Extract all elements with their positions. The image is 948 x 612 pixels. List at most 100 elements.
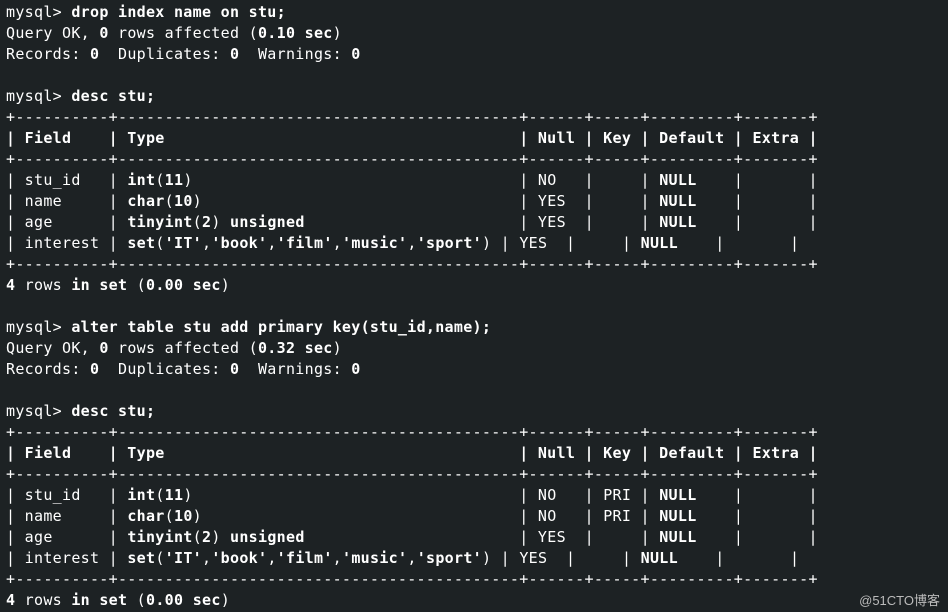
terminal-text-segment: | interest |	[6, 234, 127, 252]
terminal-line: | stu_id | int(11) | NO | | NULL | |	[6, 170, 948, 191]
terminal-text-segment: ,	[202, 234, 211, 252]
terminal-text-segment: Records:	[6, 360, 90, 378]
terminal-text-segment: | name |	[6, 507, 127, 525]
terminal-text-segment: | |	[697, 192, 818, 210]
terminal-text-segment: | |	[697, 213, 818, 231]
terminal-text-segment: | |	[678, 234, 799, 252]
terminal-line: mysql> drop index name on stu;	[6, 2, 948, 23]
terminal-text-segment: set	[127, 549, 155, 567]
terminal-text-segment: Duplicates:	[99, 360, 230, 378]
terminal-text-segment: (	[193, 528, 202, 546]
terminal-text-segment: | age |	[6, 528, 127, 546]
terminal-text-segment: ) | NO | PRI |	[183, 486, 659, 504]
terminal-text-segment: 11	[165, 171, 184, 189]
terminal-text-segment: 0	[90, 45, 99, 63]
terminal-text-segment: (	[155, 234, 164, 252]
terminal-text-segment: 10	[174, 192, 193, 210]
terminal-text-segment: rows	[15, 591, 71, 609]
terminal-text-segment: mysql>	[6, 3, 71, 21]
terminal-text-segment: Records:	[6, 45, 90, 63]
terminal-line: +----------+----------------------------…	[6, 107, 948, 128]
terminal-text-segment: ,	[333, 549, 342, 567]
terminal-text-segment	[295, 24, 304, 42]
terminal-text-segment: (	[155, 549, 164, 567]
terminal-text-segment	[295, 339, 304, 357]
terminal-text-segment: 'music'	[342, 234, 407, 252]
terminal-text-segment: 0	[351, 360, 360, 378]
terminal-text-segment: rows affected (	[109, 24, 258, 42]
terminal-text-segment: 'film'	[277, 549, 333, 567]
terminal-text-segment: 0	[99, 24, 108, 42]
terminal-text-segment: 'IT'	[165, 234, 202, 252]
terminal-line: +----------+----------------------------…	[6, 569, 948, 590]
terminal-text-segment: | Field | Type | Null | Key | Default | …	[6, 444, 818, 462]
terminal-text-segment: +----------+----------------------------…	[6, 570, 818, 588]
terminal-text-segment: int	[127, 171, 155, 189]
terminal-text-segment: )	[211, 213, 230, 231]
terminal-text-segment: Warnings:	[239, 45, 351, 63]
terminal-text-segment: 'sport'	[417, 549, 482, 567]
terminal-text-segment: | age |	[6, 213, 127, 231]
terminal-text-segment	[183, 591, 192, 609]
terminal-line: | Field | Type | Null | Key | Default | …	[6, 443, 948, 464]
terminal-text-segment: 0	[99, 339, 108, 357]
terminal-line: mysql> desc stu;	[6, 86, 948, 107]
terminal-text-segment: in set	[71, 276, 127, 294]
terminal-text-segment: 0	[230, 45, 239, 63]
terminal-line: +----------+----------------------------…	[6, 464, 948, 485]
terminal-output[interactable]: mysql> drop index name on stu; Query OK, …	[0, 0, 948, 611]
terminal-text-segment: ,	[333, 234, 342, 252]
terminal-text-segment: NULL	[659, 192, 696, 210]
terminal-text-segment: (	[127, 591, 146, 609]
terminal-text-segment: char	[127, 507, 164, 525]
terminal-text-segment: sec	[193, 591, 221, 609]
terminal-text-segment: ) | NO | PRI |	[193, 507, 660, 525]
terminal-text-segment: | |	[697, 171, 818, 189]
terminal-line: 4 rows in set (0.00 sec)	[6, 275, 948, 296]
terminal-text-segment: 10	[174, 507, 193, 525]
terminal-text-segment: | YES | |	[305, 213, 660, 231]
terminal-text-segment: Query OK,	[6, 339, 99, 357]
terminal-line: 4 rows in set (0.00 sec)	[6, 590, 948, 611]
terminal-line: mysql> desc stu;	[6, 401, 948, 422]
terminal-line: +----------+----------------------------…	[6, 422, 948, 443]
terminal-text-segment: 0	[351, 45, 360, 63]
terminal-text-segment: int	[127, 486, 155, 504]
terminal-text-segment: desc stu;	[71, 402, 155, 420]
terminal-text-segment: | |	[697, 528, 818, 546]
terminal-text-segment: rows	[15, 276, 71, 294]
terminal-text-segment: 2	[202, 213, 211, 231]
terminal-text-segment: +----------+----------------------------…	[6, 465, 818, 483]
terminal-text-segment: in set	[71, 591, 127, 609]
terminal-text-segment: ) | YES | |	[193, 192, 660, 210]
terminal-text-segment: NULL	[641, 549, 678, 567]
terminal-text-segment: +----------+----------------------------…	[6, 108, 818, 126]
terminal-line: +----------+----------------------------…	[6, 149, 948, 170]
terminal-text-segment: 4	[6, 591, 15, 609]
terminal-text-segment: NULL	[641, 234, 678, 252]
terminal-text-segment: sec	[193, 276, 221, 294]
terminal-line: | age | tinyint(2) unsigned | YES | | NU…	[6, 212, 948, 233]
terminal-text-segment: alter table stu add primary key(stu_id,n…	[71, 318, 491, 336]
terminal-text-segment: (	[155, 486, 164, 504]
terminal-text-segment: ,	[267, 234, 276, 252]
terminal-text-segment: (	[127, 276, 146, 294]
terminal-text-segment: | |	[697, 507, 818, 525]
terminal-text-segment: NULL	[659, 528, 696, 546]
terminal-text-segment: mysql>	[6, 87, 71, 105]
terminal-line	[6, 65, 948, 86]
terminal-text-segment: sec	[305, 339, 333, 357]
terminal-line: | stu_id | int(11) | NO | PRI | NULL | |	[6, 485, 948, 506]
terminal-text-segment: 0.00	[146, 276, 183, 294]
terminal-text-segment: set	[127, 234, 155, 252]
terminal-text-segment: 2	[202, 528, 211, 546]
terminal-line: Query OK, 0 rows affected (0.32 sec)	[6, 338, 948, 359]
terminal-text-segment: +----------+----------------------------…	[6, 150, 818, 168]
terminal-line: | interest | set('IT','book','film','mus…	[6, 233, 948, 254]
terminal-line: | name | char(10) | NO | PRI | NULL | |	[6, 506, 948, 527]
terminal-text-segment: )	[221, 276, 230, 294]
terminal-text-segment: ,	[202, 549, 211, 567]
terminal-text-segment: 0.10	[258, 24, 295, 42]
terminal-text-segment: 'sport'	[417, 234, 482, 252]
terminal-text-segment: +----------+----------------------------…	[6, 255, 818, 273]
